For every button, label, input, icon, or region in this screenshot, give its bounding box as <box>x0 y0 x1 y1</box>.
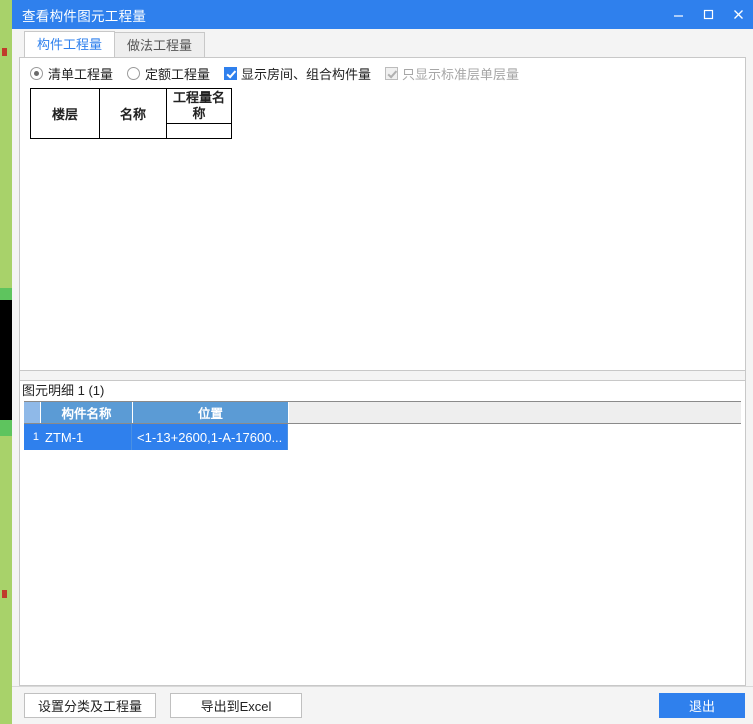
window-controls <box>663 0 753 29</box>
close-icon[interactable] <box>723 0 753 29</box>
column-subheader-quantity-name[interactable] <box>166 123 232 139</box>
radio-option-fixed-quantity[interactable]: 定额工程量 <box>127 64 210 83</box>
content-panel: 清单工程量 定额工程量 显示房间、组合构件量 只显示标准层单层量 楼层 名称 工… <box>19 57 746 686</box>
quantity-table: 楼层 名称 工程量名称 <box>30 88 232 139</box>
table-row[interactable]: 1 ZTM-1 <1-13+2600,1-A-17600... <box>24 424 741 450</box>
options-row: 清单工程量 定额工程量 显示房间、组合构件量 只显示标准层单层量 <box>20 61 745 86</box>
detail-caption: 图元明细 1 (1) <box>20 381 745 401</box>
panel-splitter[interactable] <box>20 370 745 381</box>
desktop-band-lower <box>0 420 12 436</box>
row-number: 1 <box>24 424 40 450</box>
checkbox-standard-floor-only: 只显示标准层单层量 <box>385 64 519 83</box>
radio-option-fixed-quantity-label: 定额工程量 <box>145 67 211 82</box>
radio-unchecked-icon <box>127 67 141 80</box>
maximize-icon[interactable] <box>693 0 723 29</box>
detail-column-header-position[interactable]: 位置 <box>133 402 289 423</box>
column-header-name[interactable]: 名称 <box>99 88 167 139</box>
cell-component-name[interactable]: ZTM-1 <box>40 424 132 450</box>
tab-component-quantity[interactable]: 构件工程量 <box>24 31 116 57</box>
desktop-dark-band <box>0 300 12 420</box>
tab-strip: 构件工程量 做法工程量 <box>12 29 753 57</box>
window-title: 查看构件图元工程量 <box>22 8 147 24</box>
tab-method-quantity[interactable]: 做法工程量 <box>114 32 206 57</box>
column-header-quantity-name[interactable]: 工程量名称 <box>166 88 232 124</box>
desktop-artifact-lower <box>2 590 7 598</box>
checkbox-standard-floor-only-label: 只显示标准层单层量 <box>402 67 520 82</box>
detail-grid-header: 构件名称 位置 <box>24 402 741 424</box>
element-detail-grid[interactable]: 构件名称 位置 1 ZTM-1 <1-13+2600,1-A-17600... <box>24 401 741 681</box>
footer-bar: 设置分类及工程量 导出到Excel 退出 <box>12 686 753 724</box>
column-header-floor[interactable]: 楼层 <box>30 88 100 139</box>
cell-position[interactable]: <1-13+2600,1-A-17600... <box>132 424 288 450</box>
set-category-button[interactable]: 设置分类及工程量 <box>24 693 156 718</box>
checkbox-show-rooms-label: 显示房间、组合构件量 <box>241 67 372 82</box>
desktop-background <box>0 0 12 724</box>
title-bar[interactable]: 查看构件图元工程量 <box>12 0 753 29</box>
exit-button[interactable]: 退出 <box>659 693 745 718</box>
detail-header-filler <box>289 402 741 423</box>
export-excel-button[interactable]: 导出到Excel <box>170 693 302 718</box>
table-header-row: 楼层 名称 工程量名称 <box>30 88 232 139</box>
checkbox-checked-icon <box>224 67 238 80</box>
radio-checked-icon <box>30 67 43 80</box>
detail-column-header-component-name[interactable]: 构件名称 <box>41 402 133 423</box>
quantity-table-area[interactable]: 楼层 名称 工程量名称 <box>20 86 745 370</box>
checkbox-disabled-icon <box>385 67 399 80</box>
desktop-artifact <box>2 48 7 56</box>
detail-grid-corner <box>24 402 41 423</box>
radio-option-list-quantity-label: 清单工程量 <box>48 67 114 82</box>
row-filler <box>288 424 741 450</box>
checkbox-show-rooms[interactable]: 显示房间、组合构件量 <box>224 64 371 83</box>
minimize-icon[interactable] <box>663 0 693 29</box>
dialog-window: 查看构件图元工程量 构件工程量 做法工程量 清单工程量 定额工程量 显示房间、组… <box>12 0 753 724</box>
radio-option-list-quantity[interactable]: 清单工程量 <box>30 64 113 83</box>
